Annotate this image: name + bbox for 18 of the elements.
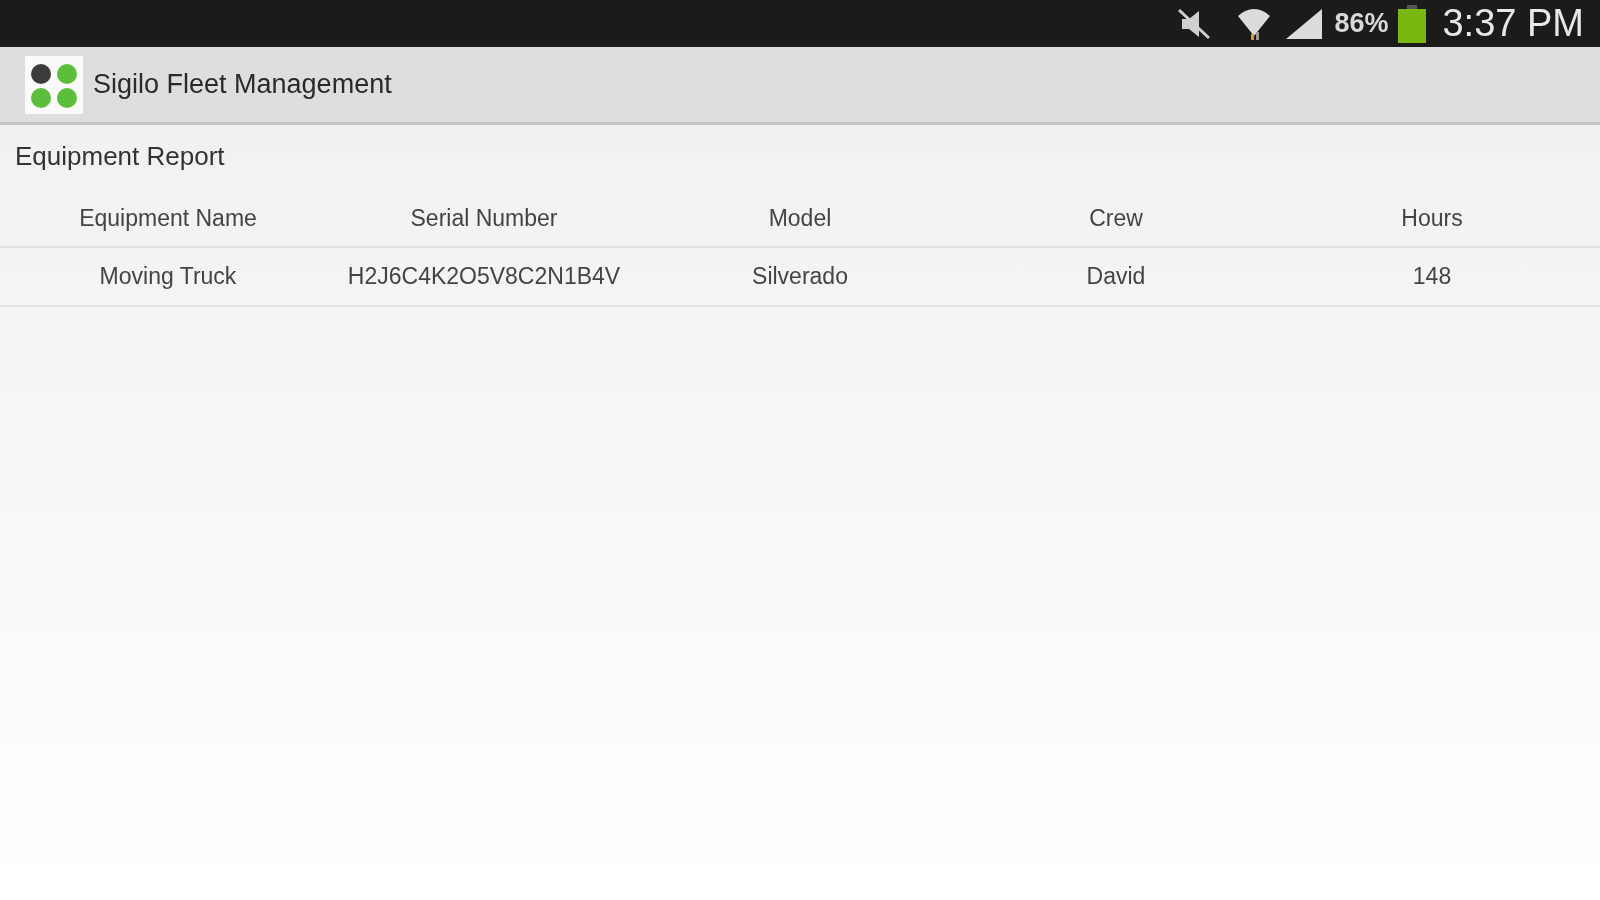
table-cell: David — [1086, 263, 1146, 290]
column-header: Hours — [1401, 204, 1463, 232]
app-logo-icon[interactable] — [25, 55, 83, 114]
report-title: Equipment Report — [14, 140, 226, 173]
column-header: Crew — [1089, 204, 1143, 232]
table-cell: Moving Truck — [99, 263, 237, 290]
column-header: Equipment Name — [79, 204, 257, 232]
battery-percent: 86% — [1334, 8, 1389, 39]
table-cell: H2J6C4K2O5V8C2N1B4V — [347, 263, 621, 290]
column-header: Serial Number — [410, 204, 558, 232]
battery-icon — [1398, 4, 1427, 43]
clock-time: 3:37 PM — [1442, 2, 1584, 45]
column-header: Model — [768, 204, 832, 232]
table-cell: Silverado — [752, 263, 848, 290]
signal-icon — [1284, 6, 1325, 41]
table-cell: 148 — [1412, 263, 1452, 290]
muted-speaker-icon — [1176, 6, 1213, 41]
app-title: Sigilo Fleet Management — [93, 69, 392, 100]
